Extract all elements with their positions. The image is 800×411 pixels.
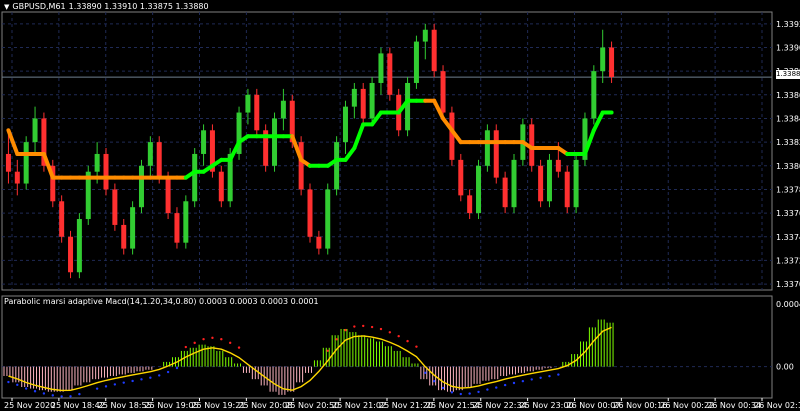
time-tick-label: 25 Nov 21:02 — [332, 401, 386, 410]
parabolic-dot — [122, 381, 125, 384]
parabolic-dot — [406, 339, 409, 343]
parabolic-dot — [326, 349, 329, 352]
indicator-title: Parabolic marsi adaptive Macd(14,1.20,34… — [4, 297, 319, 306]
time-tick-label: 26 Nov 00:22 — [660, 401, 714, 410]
triangle-down-icon[interactable]: ▼ — [4, 3, 9, 11]
indicator-frame — [1, 295, 773, 399]
parabolic-dot — [140, 378, 143, 381]
parabolic-dot — [335, 338, 338, 341]
parabolic-dot — [521, 379, 525, 383]
parabolic-dot — [104, 385, 108, 388]
signal-line — [8, 326, 612, 392]
parabolic-dot — [530, 378, 533, 381]
parabolic-dot — [131, 379, 134, 383]
parabolic-dot — [60, 395, 63, 398]
parabolic-dot — [486, 388, 489, 391]
time-tick-label: 26 Nov 00:07 — [567, 401, 621, 410]
time-tick-label: 25 Nov 23:00 — [520, 401, 574, 410]
time-tick-label: 25 Nov 21:54 — [426, 401, 480, 410]
parabolic-dot — [362, 324, 365, 328]
parabolic-dot — [415, 345, 418, 348]
parabolic-dot — [228, 341, 232, 345]
parabolic-dot — [548, 374, 551, 378]
parabolic-dot — [557, 373, 560, 376]
time-tick-label: 26 Nov 00:16 — [613, 401, 667, 410]
parabolic-dot — [432, 379, 436, 383]
indicator-zero-label: 0.00 — [776, 363, 794, 372]
parabolic-dot — [477, 390, 480, 394]
parabolic-dot — [512, 381, 516, 385]
time-tick-label: 26 Nov 02:15 — [754, 401, 800, 410]
parabolic-dot — [450, 391, 454, 394]
parabolic-dot — [158, 374, 161, 377]
parabolic-dot — [202, 337, 205, 341]
parabolic-dot — [459, 392, 462, 396]
time-tick-label: 26 Nov 00:34 — [707, 401, 761, 410]
parabolic-dot — [184, 345, 188, 349]
time-tick-label: 25 Nov 19:21 — [192, 401, 246, 410]
chart-header: ▼ GBPUSD,M61 1.33890 1.33910 1.33875 1.3… — [4, 2, 209, 11]
parabolic-dot — [495, 386, 498, 389]
current-price-badge: 1.33880 — [776, 70, 800, 79]
indicator-chart[interactable]: 0.00040.0025 Nov 202025 Nov 18:4225 Nov … — [0, 0, 800, 411]
time-tick-label: 25 Nov 19:05 — [145, 401, 199, 410]
time-tick-label: 25 Nov 18:55 — [98, 401, 152, 410]
time-tick-label: 25 Nov 20:50 — [285, 401, 339, 410]
parabolic-dot — [468, 392, 471, 395]
parabolic-dot — [113, 383, 117, 386]
parabolic-dot — [370, 325, 374, 329]
parabolic-dot — [7, 380, 10, 384]
parabolic-dot — [379, 327, 383, 331]
parabolic-dot — [441, 386, 445, 390]
time-tick-label: 25 Nov 2020 — [4, 401, 55, 410]
parabolic-dot — [539, 376, 542, 379]
parabolic-dot — [388, 331, 392, 334]
parabolic-dot — [16, 383, 19, 387]
parabolic-dot — [175, 366, 179, 370]
parabolic-dot — [78, 392, 81, 396]
parabolic-dot — [33, 390, 37, 393]
parabolic-dot — [237, 346, 241, 349]
parabolic-dot — [149, 376, 152, 379]
symbol-label: GBPUSD,M61 — [12, 2, 66, 11]
parabolic-dot — [42, 392, 46, 395]
ohlc-label: 1.33890 1.33910 1.33875 1.33880 — [68, 2, 209, 11]
parabolic-dot — [220, 338, 223, 341]
time-tick-label: 25 Nov 22:34 — [473, 401, 527, 410]
parabolic-dot — [69, 395, 72, 398]
parabolic-dot — [503, 383, 507, 387]
parabolic-dot — [51, 394, 54, 397]
parabolic-dot — [424, 371, 427, 375]
time-tick-label: 25 Nov 21:20 — [379, 401, 433, 410]
parabolic-dot — [95, 387, 99, 390]
parabolic-dot — [24, 387, 28, 390]
parabolic-dot — [397, 334, 400, 338]
time-tick-label: 25 Nov 20:08 — [238, 401, 292, 410]
parabolic-dot — [344, 328, 347, 332]
parabolic-dot — [211, 336, 214, 340]
parabolic-dot — [353, 325, 356, 328]
chart-window[interactable]: 1.339251.339051.338851.338651.338451.338… — [0, 0, 800, 411]
parabolic-dot — [193, 341, 196, 345]
parabolic-dot — [166, 370, 170, 374]
indicator-top-label: 0.0004 — [776, 300, 800, 309]
time-tick-label: 25 Nov 18:42 — [51, 401, 105, 410]
